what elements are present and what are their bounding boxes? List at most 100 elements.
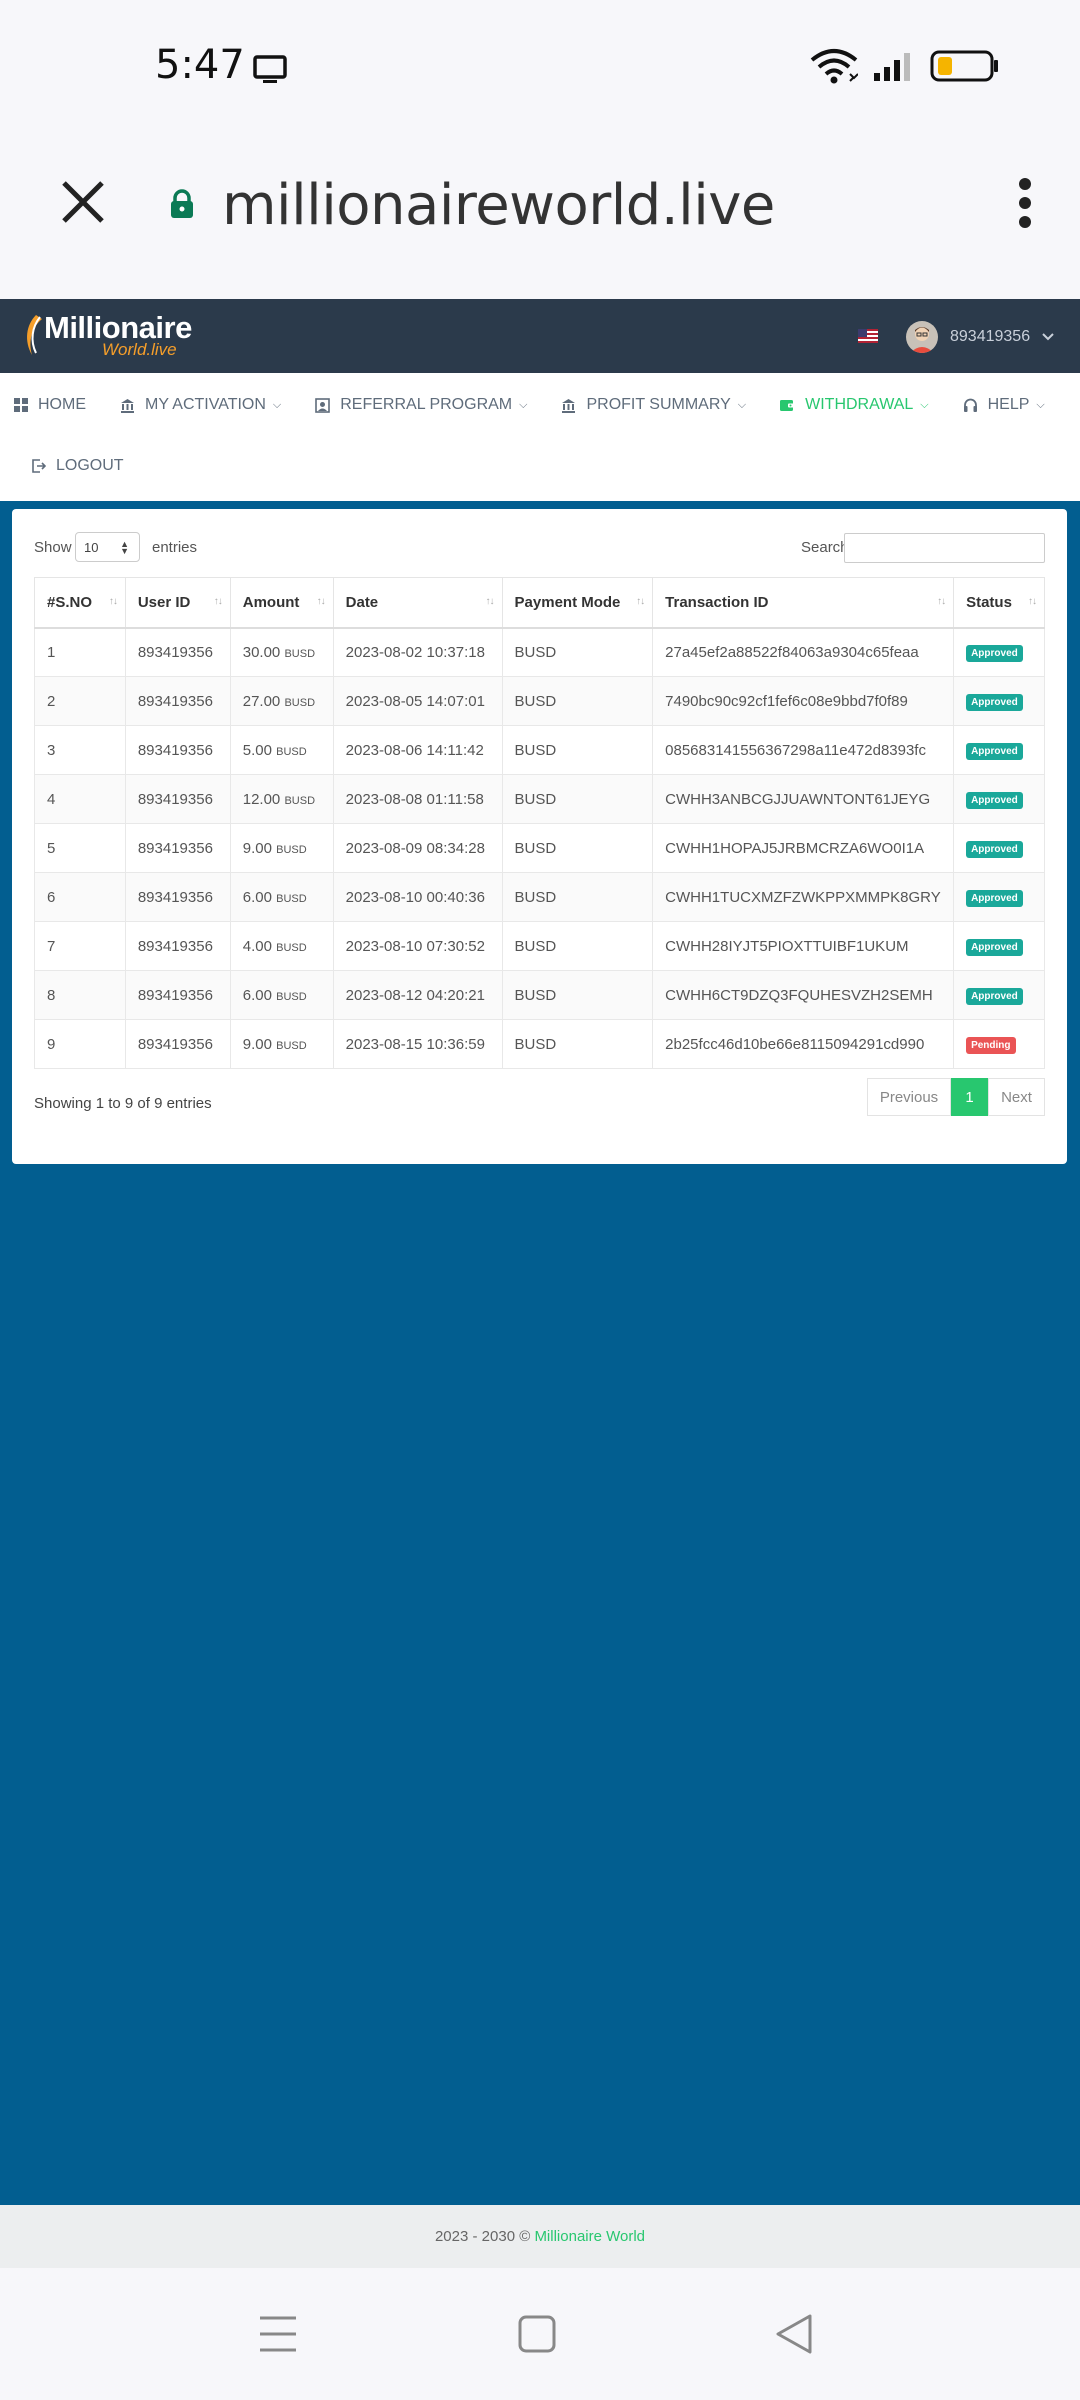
- entries-label: entries: [152, 539, 198, 556]
- cell-date: 2023-08-09 08:34:28: [332, 823, 503, 873]
- logo-text: Millionaire: [44, 310, 192, 345]
- col-payment-mode-label: Payment Mode: [514, 593, 621, 611]
- cell-amount: 5.00 BUSD: [229, 725, 334, 775]
- cell-amount: 27.00 BUSD: [229, 676, 334, 726]
- sort-icon: ↑↓: [937, 596, 946, 607]
- sort-icon: ↑↓: [485, 596, 495, 607]
- col-sno-label: #S.NO: [47, 593, 93, 611]
- page-1-button[interactable]: 1: [951, 1078, 988, 1116]
- close-icon[interactable]: [58, 177, 108, 232]
- cell-sno: 7: [34, 921, 126, 971]
- menu-profit-summary[interactable]: PROFIT SUMMARY ⌵: [561, 396, 746, 414]
- sort-icon: ↑↓: [213, 596, 223, 607]
- bank-icon: [561, 398, 576, 413]
- more-options-icon[interactable]: [1018, 177, 1032, 234]
- cell-date: 2023-08-10 00:40:36: [332, 872, 503, 922]
- menu-logout-label: LOGOUT: [56, 457, 124, 474]
- table-info: Showing 1 to 9 of 9 entries: [34, 1095, 212, 1112]
- col-date[interactable]: Date ↑↓: [332, 577, 503, 629]
- cell-sno: 6: [34, 872, 126, 922]
- table-row: 2 893419356 27.00 BUSD 2023-08-05 14:07:01 B…: [34, 676, 1045, 726]
- avatar: [906, 321, 938, 353]
- amount-value: 5.00: [242, 741, 272, 759]
- lock-icon[interactable]: [170, 189, 194, 224]
- menu-help-label: HELP: [987, 396, 1030, 413]
- cell-transaction-id: 2b25fcc46d10be66e8115094291cd990: [652, 1019, 955, 1069]
- cell-status: Approved: [953, 627, 1045, 677]
- cell-status: Approved: [953, 676, 1045, 726]
- cell-payment-mode: BUSD: [501, 725, 654, 775]
- menu-withdrawal[interactable]: WITHDRAWAL ⌵: [780, 396, 929, 414]
- us-flag-icon[interactable]: [858, 329, 878, 343]
- menu-referral-program[interactable]: REFERRAL PROGRAM ⌵: [315, 396, 527, 414]
- cell-date: 2023-08-08 01:11:58: [332, 774, 503, 824]
- logout-icon: [32, 459, 46, 473]
- amount-unit: BUSD: [276, 892, 307, 905]
- cell-amount: 4.00 BUSD: [229, 921, 334, 971]
- recent-apps-icon[interactable]: [258, 2312, 298, 2361]
- site-logo[interactable]: Millionaire World.live: [22, 310, 192, 359]
- col-amount[interactable]: Amount ↑↓: [229, 577, 334, 629]
- col-user-id-label: User ID: [137, 593, 191, 611]
- bank-icon: [120, 398, 135, 413]
- col-transaction-id[interactable]: Transaction ID ↑↓: [652, 577, 955, 629]
- chevron-down-icon: [1042, 328, 1054, 346]
- cell-status: Pending: [953, 1019, 1045, 1069]
- status-badge: Approved: [966, 742, 1023, 760]
- cell-date: 2023-08-06 14:11:42: [332, 725, 503, 775]
- cell-date: 2023-08-15 10:36:59: [332, 1019, 503, 1069]
- status-badge: Approved: [966, 889, 1023, 907]
- menu-logout[interactable]: LOGOUT: [32, 457, 124, 475]
- cell-date: 2023-08-10 07:30:52: [332, 921, 503, 971]
- cell-payment-mode: BUSD: [501, 970, 654, 1020]
- chevron-down-icon: ⌵: [1036, 398, 1045, 411]
- amount-value: 30.00: [242, 643, 281, 661]
- status-badge: Approved: [966, 693, 1023, 711]
- cell-payment-mode: BUSD: [501, 872, 654, 922]
- url-bar[interactable]: millionaireworld.live: [222, 173, 775, 238]
- battery-icon: [930, 49, 1000, 88]
- cell-sno: 4: [34, 774, 126, 824]
- cell-sno: 2: [34, 676, 126, 726]
- col-payment-mode[interactable]: Payment Mode ↑↓: [501, 577, 654, 629]
- cell-amount: 6.00 BUSD: [229, 970, 334, 1020]
- back-icon[interactable]: [774, 2312, 814, 2361]
- user-menu[interactable]: 893419356: [906, 321, 1054, 353]
- user-id-label: 893419356: [950, 328, 1031, 345]
- sort-icon: ↑↓: [1028, 596, 1037, 607]
- menu-profit-summary-label: PROFIT SUMMARY: [586, 396, 731, 413]
- menu-help[interactable]: HELP ⌵: [963, 396, 1045, 414]
- withdrawal-card: Show 10 ▲ ▼ entries Search: #S.NO ↑↓ User …: [12, 509, 1067, 1164]
- footer-brand-link[interactable]: Millionaire World: [534, 2228, 645, 2245]
- cell-date: 2023-08-05 14:07:01: [332, 676, 503, 726]
- amount-unit: BUSD: [284, 696, 316, 709]
- amount-unit: BUSD: [284, 794, 316, 807]
- home-icon[interactable]: [518, 2312, 556, 2361]
- cell-user-id: 893419356: [124, 676, 231, 726]
- cell-transaction-id: CWHH6CT9DZQ3FQUHESVZH2SEMH: [652, 970, 955, 1020]
- status-badge: Approved: [966, 938, 1023, 956]
- show-label: Show: [34, 539, 72, 556]
- col-user-id[interactable]: User ID ↑↓: [124, 577, 231, 629]
- menu-home[interactable]: HOME: [14, 396, 86, 414]
- cell-payment-mode: BUSD: [501, 774, 654, 824]
- table-controls: Show 10 ▲ ▼ entries Search:: [34, 531, 1045, 563]
- menu-my-activation[interactable]: MY ACTIVATION ⌵: [120, 396, 281, 414]
- logo-subtext: World.live: [102, 340, 177, 359]
- wallet-icon: [780, 398, 796, 412]
- amount-unit: BUSD: [284, 647, 316, 660]
- next-button[interactable]: Next: [988, 1078, 1045, 1116]
- col-status[interactable]: Status ↑↓: [953, 577, 1045, 629]
- cell-status: Approved: [953, 921, 1045, 971]
- col-sno[interactable]: #S.NO ↑↓: [34, 577, 126, 629]
- entries-select[interactable]: 10 ▲ ▼: [75, 532, 140, 562]
- clock: 5:47: [155, 42, 245, 88]
- search-input[interactable]: [844, 533, 1045, 563]
- amount-value: 12.00: [242, 790, 281, 808]
- previous-button[interactable]: Previous: [867, 1078, 951, 1116]
- cell-amount: 12.00 BUSD: [229, 774, 334, 824]
- site-footer: 2023 - 2030 © Millionaire World: [0, 2205, 1080, 2268]
- amount-unit: BUSD: [276, 941, 307, 954]
- menu-home-label: HOME: [38, 396, 86, 413]
- col-amount-label: Amount: [242, 593, 300, 611]
